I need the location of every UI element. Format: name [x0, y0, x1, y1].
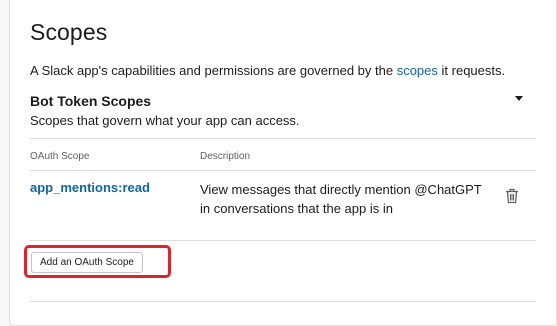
- scopes-card: Scopes A Slack app's capabilities and pe…: [9, 0, 557, 326]
- description-suffix: it requests.: [437, 63, 506, 78]
- scopes-link[interactable]: scopes: [397, 63, 438, 78]
- column-header-description: Description: [200, 151, 251, 162]
- divider: [30, 170, 536, 171]
- scopes-description: A Slack app's capabilities and permissio…: [30, 63, 505, 78]
- column-header-scope: OAuth Scope: [30, 151, 90, 162]
- caret-down-icon[interactable]: [515, 96, 523, 101]
- divider: [30, 301, 536, 302]
- page-title: Scopes: [30, 19, 108, 45]
- trash-icon[interactable]: [505, 188, 519, 204]
- divider: [30, 240, 536, 241]
- divider: [30, 138, 536, 139]
- scope-name: app_mentions:read: [30, 180, 150, 195]
- section-subtitle: Scopes that govern what your app can acc…: [30, 113, 300, 128]
- section-title: Bot Token Scopes: [30, 93, 152, 109]
- scope-description: View messages that directly mention @Cha…: [200, 182, 482, 216]
- description-prefix: A Slack app's capabilities and permissio…: [30, 63, 397, 78]
- add-oauth-scope-button[interactable]: Add an OAuth Scope: [31, 252, 143, 273]
